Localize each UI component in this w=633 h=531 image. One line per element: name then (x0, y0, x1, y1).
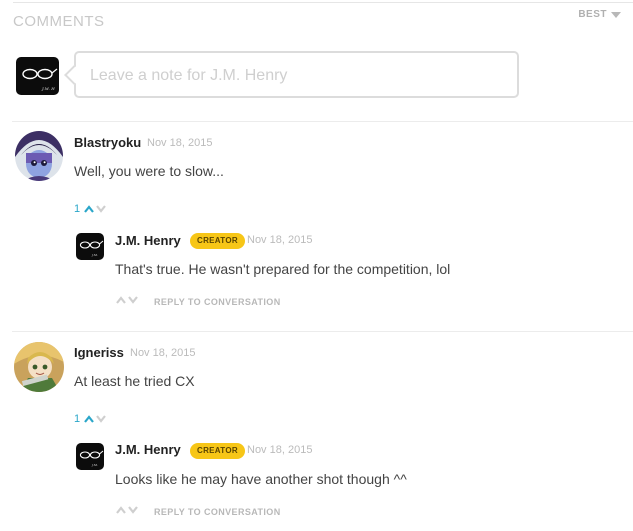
glasses-icon: J.M. (79, 450, 104, 467)
reply-date: Nov 18, 2015 (247, 234, 313, 246)
glasses-icon: J.M. (79, 240, 104, 257)
sort-dropdown[interactable]: BEST (578, 9, 621, 20)
comment-date: Nov 18, 2015 (130, 347, 196, 359)
reply-author[interactable]: J.M. Henry (115, 233, 181, 248)
divider (12, 121, 633, 122)
sort-label: BEST (578, 9, 607, 20)
reply-text: Looks like he may have another shot thou… (115, 471, 407, 487)
upvote-icon[interactable] (116, 506, 126, 514)
comment-text: At least he tried CX (74, 373, 195, 389)
glasses-icon: J.M. H (22, 68, 58, 91)
reply-vote-controls (116, 506, 138, 514)
svg-text:J.M.: J.M. (91, 463, 98, 467)
reply-author[interactable]: J.M. Henry (115, 442, 181, 457)
avatar-jm-henry[interactable]: J.M. (76, 443, 104, 470)
reply-text: That's true. He wasn't prepared for the … (115, 261, 451, 277)
upvote-icon[interactable] (84, 415, 94, 423)
top-divider (13, 2, 633, 3)
comment-input[interactable] (88, 53, 509, 98)
upvote-icon[interactable] (116, 296, 126, 304)
reply-to-conversation-link[interactable]: REPLY TO CONVERSATION (154, 297, 281, 307)
vote-count: 1 (74, 413, 81, 425)
caret-down-icon (611, 11, 621, 18)
downvote-icon[interactable] (96, 205, 106, 213)
comment-author[interactable]: Igneriss (74, 345, 124, 360)
comment-date: Nov 18, 2015 (147, 137, 213, 149)
vote-controls: 1 (74, 203, 106, 215)
downvote-icon[interactable] (96, 415, 106, 423)
avatar-jm-henry[interactable]: J.M. (76, 233, 104, 260)
reply-to-conversation-link[interactable]: REPLY TO CONVERSATION (154, 507, 281, 517)
vote-controls: 1 (74, 413, 106, 425)
avatar-igneriss[interactable] (14, 342, 64, 392)
current-user-avatar: J.M. H (16, 57, 59, 95)
downvote-icon[interactable] (128, 506, 138, 514)
comment-author[interactable]: Blastryoku (74, 135, 141, 150)
reply-date: Nov 18, 2015 (247, 444, 313, 456)
comment-compose-box[interactable] (74, 51, 519, 98)
avatar-blastryoku[interactable] (15, 131, 63, 181)
vote-count: 1 (74, 203, 81, 215)
reply-vote-controls (116, 296, 138, 304)
creator-badge: CREATOR (190, 443, 245, 459)
upvote-icon[interactable] (84, 205, 94, 213)
comment-text: Well, you were to slow... (74, 163, 224, 179)
downvote-icon[interactable] (128, 296, 138, 304)
divider (12, 331, 633, 332)
creator-badge: CREATOR (190, 233, 245, 249)
comments-heading: COMMENTS (13, 13, 105, 30)
svg-text:J.M.: J.M. (91, 253, 98, 257)
svg-text:J.M. H: J.M. H (41, 86, 55, 91)
